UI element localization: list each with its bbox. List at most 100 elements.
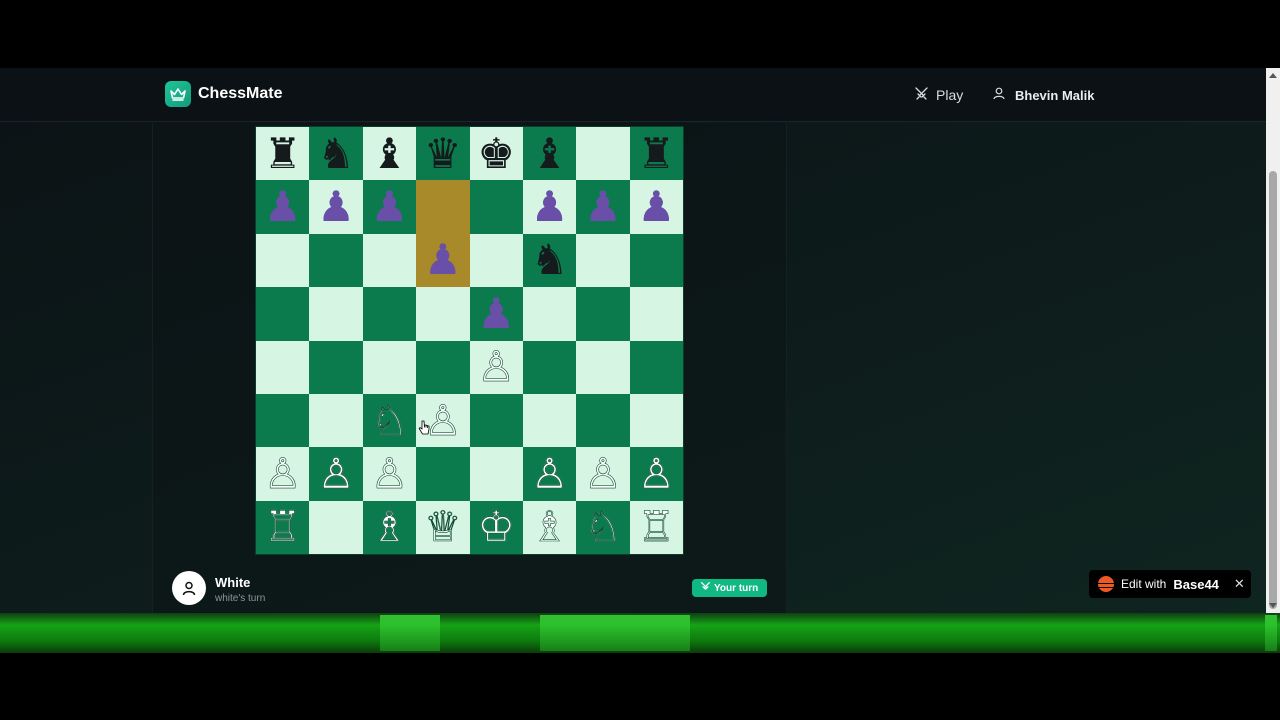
square-g4[interactable] <box>576 340 630 394</box>
square-c3[interactable]: ♘ <box>362 393 417 448</box>
square-c7[interactable]: ♟ <box>362 180 417 234</box>
square-e7[interactable] <box>469 180 523 234</box>
square-e2[interactable] <box>469 447 523 501</box>
black-pawn-icon[interactable]: ♟ <box>584 186 622 228</box>
square-h5[interactable] <box>629 287 683 341</box>
square-b2[interactable]: ♙ <box>309 447 363 501</box>
square-f8[interactable]: ♝ <box>522 127 577 181</box>
square-d8[interactable]: ♛ <box>416 127 470 181</box>
scrollbar-thumb[interactable] <box>1269 171 1277 609</box>
square-f4[interactable] <box>522 340 577 394</box>
square-c6[interactable] <box>362 233 417 288</box>
white-pawn-icon[interactable]: ♙ <box>477 345 515 388</box>
black-king-icon[interactable]: ♚ <box>477 132 515 175</box>
square-e8[interactable]: ♚ <box>469 127 523 181</box>
square-h4[interactable] <box>629 340 683 394</box>
square-d6[interactable]: ♟ <box>416 233 470 288</box>
white-knight-icon[interactable]: ♘ <box>584 506 622 549</box>
white-rook-icon[interactable]: ♖ <box>264 506 302 549</box>
square-a7[interactable]: ♟ <box>256 180 310 234</box>
black-bishop-icon[interactable]: ♝ <box>371 132 409 175</box>
square-h8[interactable]: ♜ <box>629 127 683 181</box>
square-d4[interactable] <box>416 340 470 394</box>
white-queen-icon[interactable]: ♕ <box>424 506 462 549</box>
app-logo[interactable]: ChessMate <box>165 81 282 107</box>
square-b6[interactable] <box>309 233 363 288</box>
square-f5[interactable] <box>522 287 577 341</box>
square-f6[interactable]: ♞ <box>522 233 577 288</box>
square-d1[interactable]: ♕ <box>416 500 470 554</box>
white-pawn-icon[interactable]: ♙ <box>530 452 568 495</box>
square-b8[interactable]: ♞ <box>309 127 363 181</box>
square-c1[interactable]: ♗ <box>362 500 417 554</box>
white-king-icon[interactable]: ♔ <box>477 506 515 549</box>
square-c2[interactable]: ♙ <box>362 447 417 501</box>
square-e1[interactable]: ♔ <box>469 500 523 554</box>
square-h6[interactable] <box>629 233 683 288</box>
white-bishop-icon[interactable]: ♗ <box>370 506 408 549</box>
black-pawn-icon[interactable]: ♟ <box>531 186 569 228</box>
black-knight-icon[interactable]: ♞ <box>531 239 569 281</box>
scroll-up-icon[interactable] <box>1269 73 1277 78</box>
square-c5[interactable] <box>362 287 417 341</box>
square-g1[interactable]: ♘ <box>576 500 630 554</box>
black-rook-icon[interactable]: ♜ <box>637 132 675 175</box>
square-e3[interactable] <box>469 393 523 448</box>
close-icon[interactable]: ✕ <box>1234 576 1245 592</box>
square-g2[interactable]: ♙ <box>576 447 630 501</box>
square-c4[interactable] <box>362 340 417 394</box>
square-h3[interactable] <box>629 393 683 448</box>
square-e4[interactable]: ♙ <box>469 340 523 394</box>
page-scrollbar[interactable] <box>1266 68 1280 613</box>
white-rook-icon[interactable]: ♖ <box>637 506 675 549</box>
white-pawn-icon[interactable]: ♙ <box>317 452 355 495</box>
square-d7[interactable] <box>416 180 470 234</box>
black-queen-icon[interactable]: ♛ <box>424 132 462 175</box>
scroll-down-icon[interactable] <box>1269 603 1277 608</box>
black-knight-icon[interactable]: ♞ <box>317 132 355 175</box>
square-a4[interactable] <box>256 340 310 394</box>
square-h1[interactable]: ♖ <box>629 500 683 554</box>
square-a3[interactable] <box>256 393 310 448</box>
square-f1[interactable]: ♗ <box>522 500 577 554</box>
black-pawn-icon[interactable]: ♟ <box>477 292 515 335</box>
black-pawn-icon[interactable]: ♟ <box>637 186 675 228</box>
square-a5[interactable] <box>256 287 310 341</box>
square-a6[interactable] <box>256 233 310 288</box>
square-f3[interactable] <box>522 393 577 448</box>
square-c8[interactable]: ♝ <box>362 127 417 181</box>
square-b5[interactable] <box>309 287 363 341</box>
white-bishop-icon[interactable]: ♗ <box>530 506 568 549</box>
square-b4[interactable] <box>309 340 363 394</box>
square-h2[interactable]: ♙ <box>629 447 683 501</box>
square-a2[interactable]: ♙ <box>256 447 310 501</box>
black-pawn-icon[interactable]: ♟ <box>264 186 302 228</box>
square-b7[interactable]: ♟ <box>309 180 363 234</box>
square-h7[interactable]: ♟ <box>629 180 683 234</box>
white-knight-icon[interactable]: ♘ <box>370 399 408 442</box>
white-pawn-icon[interactable]: ♙ <box>370 452 408 495</box>
square-a8[interactable]: ♜ <box>256 127 310 181</box>
square-b3[interactable] <box>309 393 363 448</box>
square-g5[interactable] <box>576 287 630 341</box>
square-d2[interactable] <box>416 447 470 501</box>
black-pawn-icon[interactable]: ♟ <box>371 186 409 228</box>
edit-with-base44-badge[interactable]: Edit with Base44 ✕ <box>1089 570 1251 598</box>
white-pawn-icon[interactable]: ♙ <box>637 452 675 495</box>
square-g6[interactable] <box>576 233 630 288</box>
black-rook-icon[interactable]: ♜ <box>264 132 302 175</box>
chess-board[interactable]: ♜ ♞ ♝ ♛ ♚ ♝ ♜ ♟ ♟ ♟ ♟ ♟ ♟ ♟ ♞ ♟ ♙ ♘ ♙ ♙ ♙ ♙ ♙ ♙ ♙ ♖ ♗ ♕ ♔ ♗ ♘ ♖ <box>255 126 684 555</box>
square-b1[interactable] <box>309 500 363 554</box>
white-pawn-icon[interactable]: ♙ <box>584 452 622 495</box>
black-bishop-icon[interactable]: ♝ <box>531 132 569 175</box>
square-f2[interactable]: ♙ <box>522 447 577 501</box>
square-g7[interactable]: ♟ <box>576 180 630 234</box>
black-pawn-icon[interactable]: ♟ <box>317 186 355 228</box>
square-g3[interactable] <box>576 393 630 448</box>
square-a1[interactable]: ♖ <box>256 500 310 554</box>
square-f7[interactable]: ♟ <box>522 180 577 234</box>
square-e6[interactable] <box>469 233 523 288</box>
square-g8[interactable] <box>576 127 630 181</box>
square-d5[interactable] <box>416 287 470 341</box>
square-e5[interactable]: ♟ <box>469 287 523 341</box>
